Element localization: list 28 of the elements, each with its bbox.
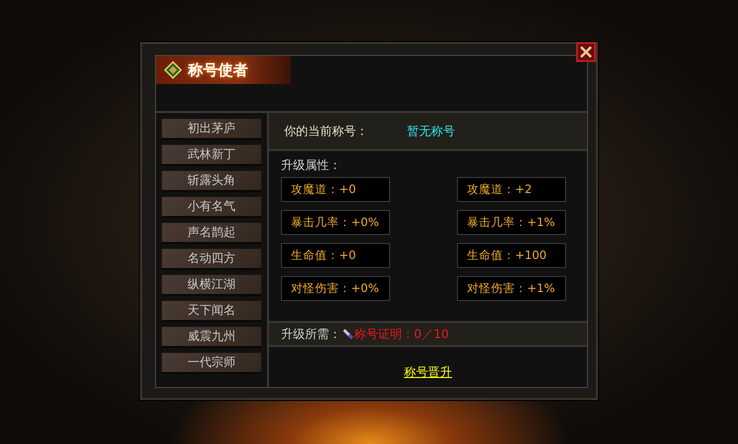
current-attribute: 生命值：+0 <box>281 243 390 268</box>
current-attribute: 攻魔道：+0 <box>281 177 390 202</box>
requirement-item: 称号证明：0／10 <box>354 326 449 342</box>
title-rank-button[interactable]: 名动四方 <box>161 248 262 270</box>
title-rank-button[interactable]: 初出茅庐 <box>161 118 262 140</box>
title-rank-button[interactable]: 一代宗师 <box>161 352 262 374</box>
next-attribute: 暴击几率：+1% <box>457 210 566 235</box>
next-attribute: 对怪伤害：+1% <box>457 276 566 301</box>
title-rank-button[interactable]: 天下闻名 <box>161 300 262 322</box>
attributes-heading: 升级属性： <box>281 157 342 174</box>
title-rank-button[interactable]: 斩露头角 <box>161 170 262 192</box>
title-rank-button[interactable]: 武林新丁 <box>161 144 262 166</box>
title-rank-button[interactable]: 威震九州 <box>161 326 262 348</box>
title-rank-button[interactable]: 声名鹊起 <box>161 222 262 244</box>
diamond-icon <box>164 61 182 79</box>
title-rank-button[interactable]: 纵横江湖 <box>161 274 262 296</box>
current-title-value: 暂无称号 <box>407 122 455 140</box>
title-rank-button[interactable]: 小有名气 <box>161 196 262 218</box>
current-attribute: 对怪伤害：+0% <box>281 276 390 301</box>
next-attribute: 攻魔道：+2 <box>457 177 566 202</box>
next-attribute: 生命值：+100 <box>457 243 566 268</box>
upgrade-link[interactable]: 称号晋升 <box>404 364 452 381</box>
close-button[interactable] <box>576 42 596 62</box>
scroll-icon <box>342 328 353 340</box>
current-attribute: 暴击几率：+0% <box>281 210 390 235</box>
window-title: 称号使者 <box>188 60 248 80</box>
current-title-label: 你的当前称号： <box>284 122 369 140</box>
requirement-label: 升级所需： <box>281 326 341 342</box>
